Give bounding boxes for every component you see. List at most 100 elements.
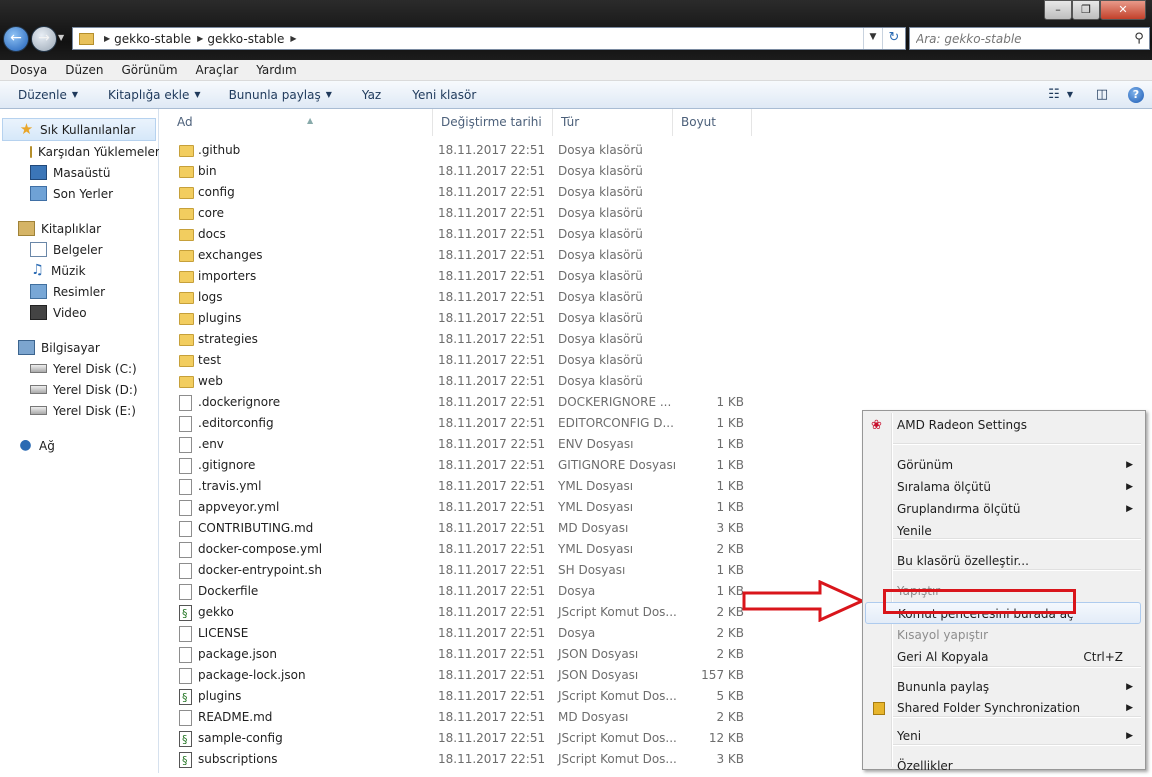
context-menu-item-zellikler[interactable]: Özellikler <box>865 755 1141 777</box>
menu-tools[interactable]: Araçlar <box>186 63 247 77</box>
file-name: strategies <box>198 332 258 346</box>
nav-network[interactable]: ● Ağ <box>0 435 158 456</box>
maximize-button[interactable]: ❐ <box>1072 0 1100 20</box>
preview-pane-icon[interactable]: ◫ <box>1092 86 1112 104</box>
file-date: 18.11.2017 22:51 <box>438 458 546 472</box>
nav-item-documents[interactable]: Belgeler <box>0 239 158 260</box>
nav-computer[interactable]: Bilgisayar <box>0 337 158 358</box>
refresh-icon[interactable]: ↻ <box>882 28 905 49</box>
file-row[interactable]: exchanges 18.11.2017 22:51 Dosya klasörü <box>159 245 759 266</box>
context-menu-item-s-ralama-l-t[interactable]: Sıralama ölçütü ▶ <box>865 476 1141 498</box>
add-to-library-button[interactable]: Kitaplığa ekle ▼ <box>108 88 201 102</box>
file-row[interactable]: importers 18.11.2017 22:51 Dosya klasörü <box>159 266 759 287</box>
column-header-size[interactable]: Boyut <box>673 109 752 136</box>
nav-item-music[interactable]: ♫ Müzik <box>0 260 158 281</box>
file-type: MD Dosyası <box>558 521 629 535</box>
nav-item-downloads[interactable]: Karşıdan Yüklemeler <box>0 141 160 162</box>
nav-libraries[interactable]: Kitaplıklar <box>0 218 158 239</box>
file-row[interactable]: strategies 18.11.2017 22:51 Dosya klasörü <box>159 329 759 350</box>
column-header-name[interactable]: ▲ Ad <box>169 109 433 136</box>
file-row[interactable]: bin 18.11.2017 22:51 Dosya klasörü <box>159 161 759 182</box>
forward-button[interactable]: → <box>31 26 57 52</box>
view-options-icon[interactable]: ☷ <box>1044 86 1064 104</box>
file-row[interactable]: docker-entrypoint.sh 18.11.2017 22:51 SH D… <box>159 560 759 581</box>
file-row[interactable]: web 18.11.2017 22:51 Dosya klasörü <box>159 371 759 392</box>
nav-item-drive-c[interactable]: Yerel Disk (C:) <box>0 358 158 379</box>
search-input[interactable] <box>910 30 1129 47</box>
back-button[interactable]: ← <box>3 26 29 52</box>
address-dropdown-icon[interactable]: ▼ <box>863 28 882 49</box>
file-row[interactable]: Dockerfile 18.11.2017 22:51 Dosya 1 KB <box>159 581 759 602</box>
file-date: 18.11.2017 22:51 <box>438 395 546 409</box>
file-row[interactable]: package-lock.json 18.11.2017 22:51 JSON Do… <box>159 665 759 686</box>
menu-help[interactable]: Yardım <box>246 63 304 77</box>
nav-item-drive-d[interactable]: Yerel Disk (D:) <box>0 379 158 400</box>
file-row[interactable]: plugins 18.11.2017 22:51 Dosya klasörü <box>159 308 759 329</box>
drive-icon <box>30 364 47 373</box>
menu-view[interactable]: Görünüm <box>111 63 185 77</box>
file-row[interactable]: .github 18.11.2017 22:51 Dosya klasörü <box>159 140 759 161</box>
file-row[interactable]: docs 18.11.2017 22:51 Dosya klasörü <box>159 224 759 245</box>
file-date: 18.11.2017 22:51 <box>438 353 546 367</box>
file-type: JScript Komut Dos... <box>558 605 677 619</box>
minimize-button[interactable]: – <box>1044 0 1072 20</box>
search-icon[interactable]: ⚲ <box>1129 31 1149 46</box>
file-row[interactable]: logs 18.11.2017 22:51 Dosya klasörü <box>159 287 759 308</box>
file-name: .env <box>198 437 224 451</box>
file-row[interactable]: plugins 18.11.2017 22:51 JScript Komut Dos… <box>159 686 759 708</box>
help-icon[interactable]: ? <box>1128 86 1144 103</box>
file-date: 18.11.2017 22:51 <box>438 731 546 745</box>
recent-pages-dropdown-icon[interactable]: ▼ <box>58 33 64 42</box>
file-row[interactable]: gekko 18.11.2017 22:51 JScript Komut Dos..… <box>159 602 759 624</box>
file-row[interactable]: test 18.11.2017 22:51 Dosya klasörü <box>159 350 759 371</box>
search-box[interactable]: ⚲ <box>909 27 1150 50</box>
column-header-type[interactable]: Tür <box>553 109 673 136</box>
context-menu-item-amd-radeon-settings[interactable]: ❀ AMD Radeon Settings <box>865 414 1141 436</box>
nav-item-drive-e[interactable]: Yerel Disk (E:) <box>0 400 158 421</box>
breadcrumb-item[interactable]: gekko-stable <box>207 32 284 46</box>
file-date: 18.11.2017 22:51 <box>438 206 546 220</box>
file-row[interactable]: appveyor.yml 18.11.2017 22:51 YML Dosyası 1… <box>159 497 759 518</box>
nav-item-recent-places[interactable]: Son Yerler <box>0 183 158 204</box>
file-row[interactable]: .editorconfig 18.11.2017 22:51 EDITORCONFI… <box>159 413 759 434</box>
breadcrumb-separator-icon[interactable]: ▶ <box>290 34 296 43</box>
menu-file[interactable]: Dosya <box>0 63 55 77</box>
nav-item-desktop[interactable]: Masaüstü <box>0 162 158 183</box>
file-row[interactable]: core 18.11.2017 22:51 Dosya klasörü <box>159 203 759 224</box>
file-date: 18.11.2017 22:51 <box>438 143 546 157</box>
breadcrumb-separator-icon[interactable]: ▶ <box>197 34 203 43</box>
new-folder-button[interactable]: Yeni klasör <box>412 88 476 102</box>
context-menu-item-geri-al-kopyala[interactable]: Geri Al Kopyala Ctrl+Z <box>865 646 1141 668</box>
desktop-icon <box>30 165 47 180</box>
nav-favorites[interactable]: ★ Sık Kullanılanlar <box>2 118 156 141</box>
file-row[interactable]: .dockerignore 18.11.2017 22:51 DOCKERIGNOR… <box>159 392 759 413</box>
breadcrumb-separator-icon[interactable]: ▶ <box>104 34 110 43</box>
file-row[interactable]: .travis.yml 18.11.2017 22:51 YML Dosyası 1 … <box>159 476 759 497</box>
nav-item-pictures[interactable]: Resimler <box>0 281 158 302</box>
context-menu-item-bununla-payla[interactable]: Bununla paylaş ▶ <box>865 676 1141 698</box>
file-row[interactable]: README.md 18.11.2017 22:51 MD Dosyası 2 KB <box>159 707 759 728</box>
organize-button[interactable]: Düzenle ▼ <box>18 88 78 102</box>
chevron-down-icon[interactable]: ▼ <box>1064 86 1076 104</box>
burn-button[interactable]: Yaz <box>362 88 381 102</box>
file-row[interactable]: docker-compose.yml 18.11.2017 22:51 YML Do… <box>159 539 759 560</box>
column-header-date[interactable]: Değiştirme tarihi <box>433 109 553 136</box>
context-menu-item-g-r-n-m[interactable]: Görünüm ▶ <box>865 454 1141 476</box>
file-name: exchanges <box>198 248 263 262</box>
file-row[interactable]: config 18.11.2017 22:51 Dosya klasörü <box>159 182 759 203</box>
context-menu-item-grupland-rma-l-t[interactable]: Gruplandırma ölçütü ▶ <box>865 498 1141 520</box>
file-row[interactable]: .gitignore 18.11.2017 22:51 GITIGNORE Dosy… <box>159 455 759 476</box>
nav-item-videos[interactable]: Video <box>0 302 158 323</box>
close-button[interactable]: ✕ <box>1100 0 1146 20</box>
file-row[interactable]: subscriptions 18.11.2017 22:51 JScript Kom… <box>159 749 759 771</box>
breadcrumb-item[interactable]: gekko-stable <box>114 32 191 46</box>
file-row[interactable]: package.json 18.11.2017 22:51 JSON Dosyası… <box>159 644 759 665</box>
share-with-button[interactable]: Bununla paylaş ▼ <box>229 88 332 102</box>
file-row[interactable]: LICENSE 18.11.2017 22:51 Dosya 2 KB <box>159 623 759 644</box>
address-bar[interactable]: ▶ gekko-stable ▶ gekko-stable ▶ ▼ ↻ <box>72 27 906 50</box>
context-menu-item-k-sayol-yap-t-r: Kısayol yapıştır <box>865 624 1141 646</box>
menu-edit[interactable]: Düzen <box>55 63 111 77</box>
file-row[interactable]: .env 18.11.2017 22:51 ENV Dosyası 1 KB <box>159 434 759 455</box>
file-row[interactable]: sample-config 18.11.2017 22:51 JScript Kom… <box>159 728 759 750</box>
file-row[interactable]: CONTRIBUTING.md 18.11.2017 22:51 MD Dosyas… <box>159 518 759 539</box>
